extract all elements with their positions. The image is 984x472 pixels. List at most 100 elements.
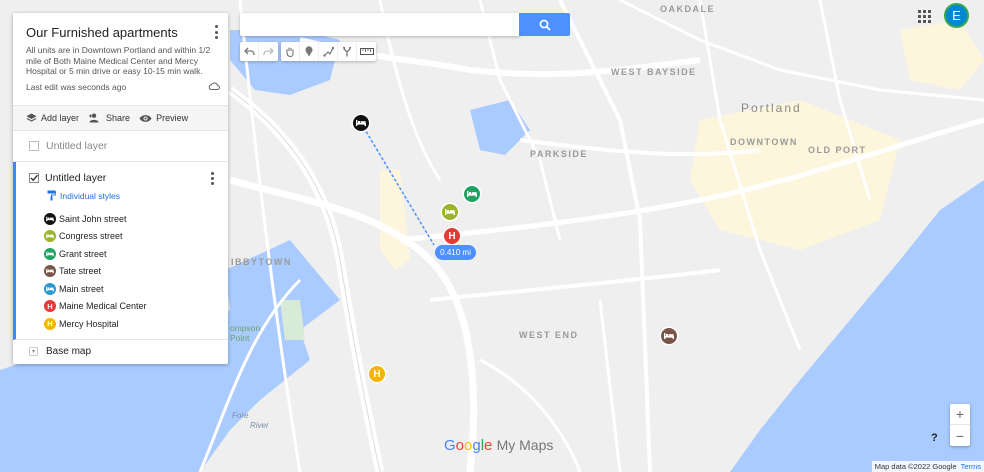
- hospital-icon: H: [373, 368, 381, 380]
- preview-button[interactable]: Preview: [139, 113, 188, 123]
- list-item-saint-john-street[interactable]: Saint John street: [44, 210, 228, 228]
- layer-options-icon[interactable]: [208, 172, 216, 185]
- bed-icon: [356, 120, 366, 126]
- pin-mercy-hospital[interactable]: H: [369, 366, 385, 382]
- add-marker-button[interactable]: [300, 42, 319, 61]
- bed-icon: [44, 230, 56, 243]
- individual-styles-link[interactable]: Individual styles: [16, 184, 228, 201]
- redo-icon: [263, 47, 274, 55]
- chevron-down-icon[interactable]: ▾: [29, 347, 38, 356]
- map-label-point: Point: [230, 333, 250, 343]
- layer-items-list: Saint John street Congress street Grant …: [16, 201, 228, 333]
- add-layer-button[interactable]: Add layer: [26, 113, 79, 123]
- hospital-icon: H: [448, 230, 456, 242]
- cloud-saved-icon: [208, 82, 220, 90]
- add-directions-button[interactable]: [338, 42, 357, 61]
- list-item-label: Saint John street: [59, 213, 127, 224]
- pin-grant-street[interactable]: [464, 186, 480, 202]
- map-description[interactable]: All units are in Downtown Portland and w…: [26, 45, 216, 77]
- list-item-main-street[interactable]: Main street: [44, 280, 228, 298]
- directions-icon: [342, 47, 352, 57]
- list-item-label: Grant street: [59, 248, 107, 259]
- list-item-tate-street[interactable]: Tate street: [44, 263, 228, 281]
- attribution-text: Map data ©2022 Google: [874, 462, 957, 471]
- map-label-thompson: ompson: [230, 323, 261, 333]
- pin-tate-street[interactable]: [661, 328, 677, 344]
- hospital-icon: H: [44, 300, 56, 313]
- map-title[interactable]: Our Furnished apartments: [26, 25, 216, 40]
- bed-icon: [44, 247, 56, 260]
- pin-congress-street[interactable]: [442, 204, 458, 220]
- individual-styles-label: Individual styles: [60, 190, 121, 201]
- eye-icon: [139, 114, 152, 122]
- map-label-old-port: OLD PORT: [808, 145, 867, 155]
- list-item-label: Congress street: [59, 231, 123, 242]
- map-attribution: Map data ©2022 Google Terms: [871, 461, 984, 472]
- map-legend-panel: Our Furnished apartments All units are i…: [13, 13, 228, 364]
- avatar[interactable]: E: [944, 3, 969, 28]
- list-item-label: Maine Medical Center: [59, 301, 147, 312]
- layer-visibility-checkbox[interactable]: [29, 173, 39, 183]
- map-label-west-bayside: WEST BAYSIDE: [611, 67, 697, 77]
- list-item-maine-medical-center[interactable]: H Maine Medical Center: [44, 298, 228, 316]
- undo-button[interactable]: [240, 42, 259, 61]
- measure-button[interactable]: [357, 42, 376, 61]
- map-label-fore: Fore: [232, 411, 249, 420]
- base-map-toggle[interactable]: ▾ Base map: [13, 340, 228, 363]
- map-label-downtown: DOWNTOWN: [730, 137, 798, 147]
- bed-icon: [44, 212, 56, 225]
- draw-line-button[interactable]: [319, 42, 338, 61]
- list-item-grant-street[interactable]: Grant street: [44, 245, 228, 263]
- list-item-congress-street[interactable]: Congress street: [44, 228, 228, 246]
- map-label-west-end: WEST END: [519, 330, 579, 340]
- zoom-out-button[interactable]: −: [950, 425, 970, 446]
- marker-icon: [305, 46, 313, 57]
- search-input[interactable]: [240, 13, 520, 36]
- undo-icon: [243, 47, 255, 55]
- pin-maine-medical-center[interactable]: H: [444, 228, 460, 244]
- map-label-oakdale: OAKDALE: [660, 4, 715, 14]
- bed-icon: [445, 209, 455, 215]
- bed-icon: [44, 282, 56, 295]
- select-hand-button[interactable]: [281, 42, 300, 61]
- map-options-icon[interactable]: [212, 25, 220, 39]
- add-layer-label: Add layer: [41, 113, 80, 123]
- list-item-label: Mercy Hospital: [59, 318, 119, 329]
- list-item-label: Tate street: [59, 266, 102, 277]
- zoom-control: + −: [950, 404, 970, 446]
- distance-label: 0.410 mi: [435, 245, 476, 260]
- hospital-icon: H: [44, 317, 56, 330]
- help-button[interactable]: ?: [931, 432, 938, 444]
- layer-name[interactable]: Untitled layer: [45, 172, 106, 184]
- apps-grid-icon[interactable]: [917, 9, 931, 23]
- search-button[interactable]: [519, 13, 570, 36]
- last-edit-status: Last edit was seconds ago: [26, 82, 127, 92]
- draw-line-icon: [322, 46, 334, 57]
- map-label-libbytown: IBBYTOWN: [231, 257, 292, 267]
- search-icon: [539, 19, 551, 31]
- layer-actions-bar: Add layer Share Preview: [13, 105, 228, 131]
- bed-icon: [44, 265, 56, 278]
- layer-visibility-checkbox[interactable]: [29, 141, 39, 151]
- layers-icon: [26, 113, 37, 122]
- map-toolbar: [240, 42, 376, 61]
- layer-untitled-1[interactable]: Untitled layer: [13, 131, 228, 162]
- google-my-maps-logo: Google My Maps: [444, 437, 554, 454]
- add-person-icon: [89, 113, 99, 123]
- paint-roller-icon: [47, 190, 56, 201]
- terms-link[interactable]: Terms: [961, 462, 981, 471]
- list-item-mercy-hospital[interactable]: H Mercy Hospital: [44, 315, 228, 333]
- base-map-label: Base map: [46, 346, 92, 357]
- share-label: Share: [106, 113, 131, 123]
- redo-button[interactable]: [259, 42, 278, 61]
- share-button[interactable]: Share: [88, 113, 130, 123]
- ruler-icon: [359, 48, 374, 55]
- bed-icon: [467, 191, 477, 197]
- layer-untitled-2: Untitled layer Individual styles Saint J…: [13, 162, 228, 340]
- bed-icon: [664, 333, 674, 339]
- map-label-portland: Portland: [741, 101, 802, 115]
- layer-name[interactable]: Untitled layer: [46, 140, 107, 152]
- hand-icon: [286, 47, 294, 57]
- zoom-in-button[interactable]: +: [950, 404, 970, 425]
- pin-saint-john-street[interactable]: [353, 115, 369, 131]
